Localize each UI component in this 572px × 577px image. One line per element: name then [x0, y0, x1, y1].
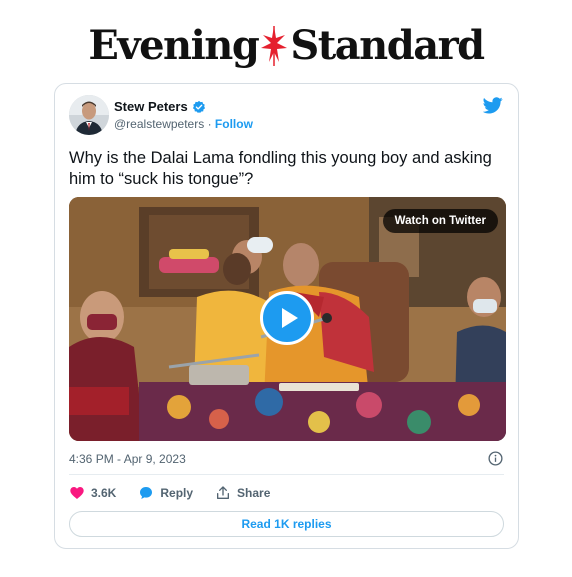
avatar-portrait-icon — [69, 95, 109, 135]
reply-action[interactable]: Reply — [138, 485, 193, 501]
tweet-actions: 3.6K Reply Share — [69, 484, 292, 502]
tweet-timestamp[interactable]: 4:36 PM - Apr 9, 2023 — [69, 452, 186, 466]
masthead-logo-icon — [261, 26, 288, 66]
handle-separator: · — [207, 117, 212, 131]
tweet-text: Why is the Dalai Lama fondling this youn… — [69, 149, 492, 188]
follow-link[interactable]: Follow — [215, 117, 253, 131]
tweet-video[interactable]: Watch on Twitter — [69, 197, 506, 441]
watch-on-twitter-button[interactable]: Watch on Twitter — [382, 209, 498, 233]
reply-label: Reply — [160, 486, 194, 500]
share-action[interactable]: Share — [215, 485, 270, 501]
author-handle-row: @realstewpeters · Follow — [114, 117, 253, 131]
read-replies-button[interactable]: Read 1K replies — [69, 511, 504, 537]
author-name-row[interactable]: Stew Peters — [114, 99, 206, 114]
masthead-word-right: Standard — [290, 22, 485, 69]
evening-standard-masthead: Evening Standard — [0, 18, 572, 74]
tweet-embed-card: Stew Peters @realstewpeters · Follow Why… — [54, 83, 519, 549]
twitter-bird-icon[interactable] — [483, 97, 503, 114]
author-handle[interactable]: @realstewpeters — [114, 117, 204, 131]
like-action[interactable]: 3.6K — [69, 485, 116, 501]
speech-bubble-icon — [140, 487, 153, 499]
heart-icon — [70, 487, 84, 499]
author-avatar[interactable] — [69, 95, 109, 135]
share-icon — [217, 486, 230, 499]
verified-badge-icon — [192, 100, 205, 113]
like-count: 3.6K — [91, 486, 117, 500]
share-label: Share — [237, 486, 271, 500]
divider — [69, 474, 504, 475]
info-icon[interactable] — [488, 451, 503, 466]
masthead-word-left: Evening — [88, 22, 260, 69]
play-icon — [282, 308, 298, 328]
play-button[interactable] — [260, 291, 314, 345]
author-name[interactable]: Stew Peters — [114, 99, 188, 114]
